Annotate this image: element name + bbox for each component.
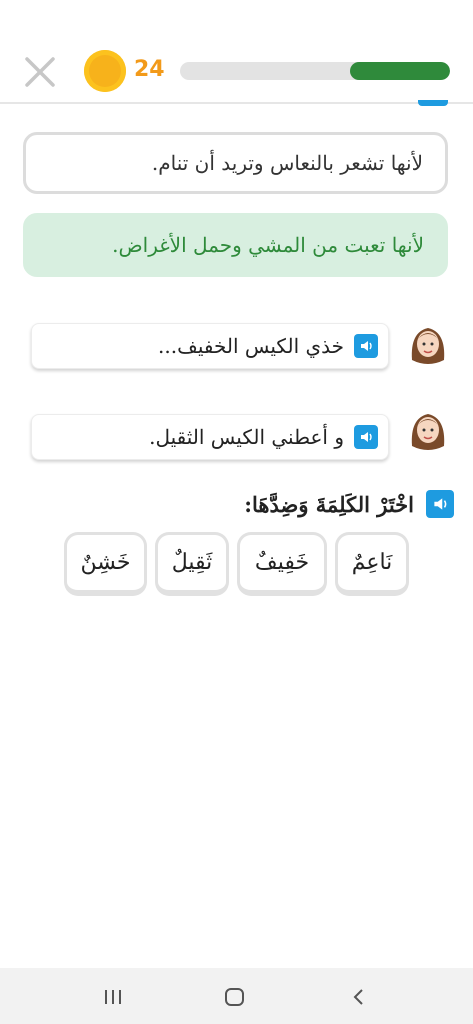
back-button[interactable] <box>346 984 372 1010</box>
speaker-icon[interactable] <box>354 334 378 358</box>
home-icon <box>225 988 244 1006</box>
speaker-icon[interactable] <box>354 425 378 449</box>
dialogue-text: خذي الكيس الخفيف... <box>158 334 344 358</box>
answer-option-text: لأنها تعبت من المشي وحمل الأغراض. <box>112 233 424 257</box>
coin-count: 24 <box>134 57 165 82</box>
dialogue-text: و أعطني الكيس الثقيل. <box>149 425 344 449</box>
close-icon <box>25 57 55 87</box>
speaker-icon[interactable] <box>426 490 454 518</box>
answer-option-sleepy[interactable]: لأنها تشعر بالنعاس وتريد أن تنام. <box>23 132 448 194</box>
instruction-text: اخْتَرْ الكَلِمَةَ وَضِدَّهَا: <box>244 491 414 517</box>
girl-avatar-icon <box>411 414 445 450</box>
word-choice-3[interactable]: ثَقِيلٌ <box>155 532 229 596</box>
answer-option-text: لأنها تشعر بالنعاس وتريد أن تنام. <box>151 151 423 175</box>
scrolled-element-edge <box>418 100 448 106</box>
coin-icon <box>84 50 126 92</box>
word-choice-2[interactable]: خَفِيفٌ <box>237 532 327 596</box>
recent-apps-icon <box>105 990 121 1004</box>
back-icon <box>353 989 363 1005</box>
word-choice-1[interactable]: نَاعِمٌ <box>335 532 409 596</box>
girl-avatar-icon <box>411 328 445 364</box>
answer-option-tired-correct[interactable]: لأنها تعبت من المشي وحمل الأغراض. <box>23 213 448 277</box>
close-button[interactable] <box>22 54 58 90</box>
recent-apps-button[interactable] <box>100 984 126 1010</box>
progress-bar <box>180 62 450 80</box>
progress-fill <box>350 62 450 80</box>
system-nav-bar <box>0 968 473 1024</box>
home-button[interactable] <box>222 984 248 1010</box>
top-bar: 24 <box>0 0 473 104</box>
dialogue-bubble-1: خذي الكيس الخفيف... <box>31 323 389 369</box>
instruction: اخْتَرْ الكَلِمَةَ وَضِدَّهَا: <box>214 484 454 524</box>
dialogue-bubble-2: و أعطني الكيس الثقيل. <box>31 414 389 460</box>
word-choice-4[interactable]: خَشِنٌ <box>64 532 147 596</box>
